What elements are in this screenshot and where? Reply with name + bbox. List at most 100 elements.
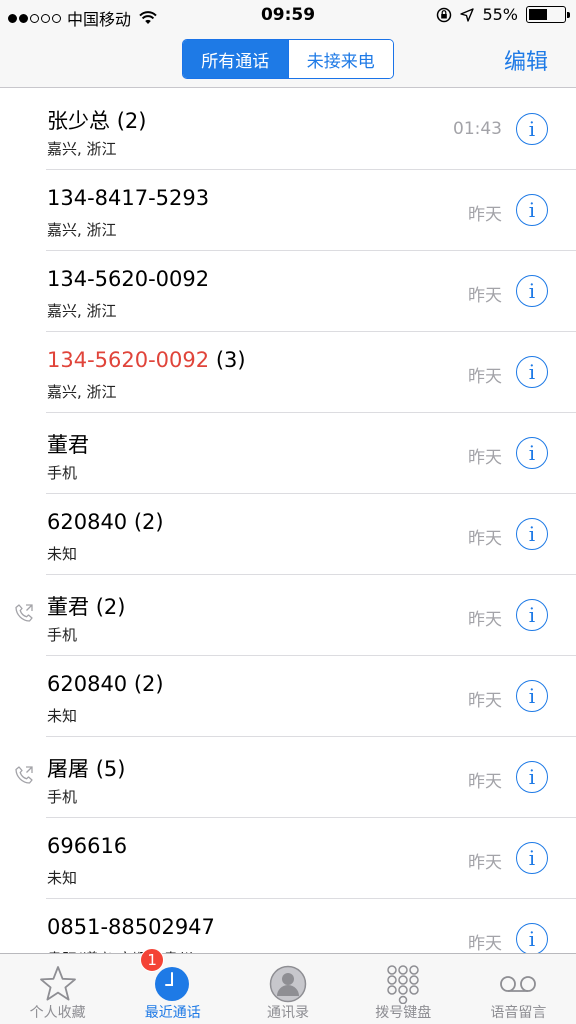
tab-contacts[interactable]: 通讯录 <box>230 954 345 1024</box>
call-row[interactable]: 620840 (2) 未知 昨天 i <box>0 656 576 737</box>
navigation-bar: 所有通话 未接来电 编辑 <box>0 30 576 88</box>
call-row[interactable]: 董君 (2) 手机 昨天 i <box>0 575 576 656</box>
call-count: (5) <box>95 757 126 781</box>
info-button[interactable]: i <box>516 356 548 388</box>
call-row[interactable]: 0851-88502947贵阳(遵义/安顺), 贵州昨天i <box>0 899 576 953</box>
info-button[interactable]: i <box>516 194 548 226</box>
info-button[interactable]: i <box>516 842 548 874</box>
call-row[interactable]: 134-5620-0092 (3) 嘉兴, 浙江 昨天 i <box>0 332 576 413</box>
call-time: 昨天 <box>468 772 502 792</box>
call-count: (2) <box>133 672 164 696</box>
call-row[interactable]: 134-8417-5293 嘉兴, 浙江 昨天 i <box>0 170 576 251</box>
caller-name: 134-8417-5293 <box>47 186 209 210</box>
caller-location: 手机 <box>47 626 78 644</box>
outgoing-call-icon <box>14 603 34 623</box>
call-count: (2) <box>133 510 164 534</box>
caller-name: 696616 <box>47 834 127 858</box>
call-time: 昨天 <box>468 286 502 306</box>
edit-button[interactable]: 编辑 <box>504 44 548 76</box>
rotation-lock-icon <box>437 7 452 22</box>
recent-calls-list[interactable]: 张少总 (2) 嘉兴, 浙江 01:43 i 134-8417-5293 嘉兴, 浙江 昨天… <box>0 89 576 953</box>
segment-missed-calls[interactable]: 未接来电 <box>287 40 393 78</box>
caller-name: 620840 (2) <box>47 672 164 696</box>
caller-name-text: 134-5620-0092 <box>47 267 210 291</box>
call-row[interactable]: 134-5620-0092 嘉兴, 浙江 昨天 i <box>0 251 576 332</box>
caller-name: 134-5620-0092 (3) <box>47 348 246 372</box>
call-row[interactable]: 620840 (2) 未知 昨天 i <box>0 494 576 575</box>
call-filter-segmented-control: 所有通话 未接来电 <box>182 39 394 79</box>
info-button[interactable]: i <box>516 923 548 953</box>
caller-name-text: 134-8417-5293 <box>47 186 210 210</box>
tab-bar: 个人收藏 1 最近通话 通讯录 拨号键盘 语音留言 <box>0 948 576 1024</box>
info-button[interactable]: i <box>516 680 548 712</box>
caller-name: 620840 (2) <box>47 510 164 534</box>
caller-location: 嘉兴, 浙江 <box>47 383 117 401</box>
call-time: 昨天 <box>468 529 502 549</box>
caller-name: 屠屠 (5) <box>47 753 125 783</box>
info-button[interactable]: i <box>516 761 548 793</box>
caller-location: 嘉兴, 浙江 <box>47 140 117 158</box>
tab-label: 通讯录 <box>267 1005 309 1021</box>
call-time: 昨天 <box>468 691 502 711</box>
call-count: (2) <box>116 109 147 133</box>
tab-keypad[interactable]: 拨号键盘 <box>346 954 461 1024</box>
caller-name-text: 0851-88502947 <box>47 915 215 939</box>
caller-name: 董君 <box>47 429 89 459</box>
call-row[interactable]: 屠屠 (5) 手机 昨天 i <box>0 737 576 818</box>
tab-label: 拨号键盘 <box>375 1005 432 1021</box>
voicemail-icon <box>500 976 537 992</box>
call-time: 昨天 <box>468 853 502 873</box>
info-button[interactable]: i <box>516 599 548 631</box>
caller-name-text: 134-5620-0092 <box>47 348 210 372</box>
call-time: 昨天 <box>468 205 502 225</box>
call-time: 01:43 <box>453 119 502 139</box>
caller-name-text: 董君 <box>47 595 89 619</box>
status-bar: 中国移动 09:59 55% <box>0 0 576 30</box>
info-button[interactable]: i <box>516 113 548 145</box>
tab-voicemail[interactable]: 语音留言 <box>461 954 576 1024</box>
call-time: 昨天 <box>468 934 502 953</box>
caller-location: 手机 <box>47 464 78 482</box>
info-button[interactable]: i <box>516 437 548 469</box>
tab-label: 个人收藏 <box>29 1005 86 1021</box>
caller-name-text: 董君 <box>47 433 89 457</box>
caller-location: 嘉兴, 浙江 <box>47 302 117 320</box>
caller-name-text: 620840 <box>47 672 128 696</box>
call-time: 昨天 <box>468 367 502 387</box>
caller-name-text: 张少总 <box>47 109 110 133</box>
caller-name-text: 屠屠 <box>47 757 89 781</box>
call-count: (2) <box>95 595 126 619</box>
tab-recents[interactable]: 1 最近通话 <box>115 948 230 1024</box>
caller-location: 手机 <box>47 788 78 806</box>
clock-icon <box>154 967 189 1001</box>
tab-favorites[interactable]: 个人收藏 <box>0 954 115 1024</box>
outgoing-call-icon <box>14 765 34 785</box>
caller-name: 董君 (2) <box>47 591 125 621</box>
caller-location: 未知 <box>47 545 78 563</box>
location-icon <box>460 7 475 22</box>
battery-icon <box>526 6 570 23</box>
tab-label: 语音留言 <box>490 1005 547 1021</box>
caller-name: 0851-88502947 <box>47 915 215 939</box>
call-time: 昨天 <box>468 610 502 630</box>
call-count: (3) <box>215 348 246 372</box>
call-time: 昨天 <box>468 448 502 468</box>
caller-location: 嘉兴, 浙江 <box>47 221 117 239</box>
call-row[interactable]: 696616 未知 昨天 i <box>0 818 576 899</box>
caller-name: 134-5620-0092 <box>47 267 209 291</box>
info-button[interactable]: i <box>516 518 548 550</box>
caller-location: 未知 <box>47 869 78 887</box>
battery-percent: 55% <box>482 5 518 24</box>
caller-location: 未知 <box>47 707 78 725</box>
star-icon <box>39 966 76 1001</box>
segment-all-calls[interactable]: 所有通话 <box>183 40 288 78</box>
caller-name: 张少总 (2) <box>47 105 146 135</box>
call-row[interactable]: 董君手机 昨天 i <box>0 413 576 494</box>
keypad-icon <box>387 965 419 1004</box>
status-right: 55% <box>436 5 570 24</box>
call-row[interactable]: 张少总 (2) 嘉兴, 浙江 01:43 i <box>0 89 576 170</box>
caller-name-text: 620840 <box>47 510 128 534</box>
info-button[interactable]: i <box>516 275 548 307</box>
caller-name-text: 696616 <box>47 834 128 858</box>
contacts-icon <box>269 965 307 1003</box>
